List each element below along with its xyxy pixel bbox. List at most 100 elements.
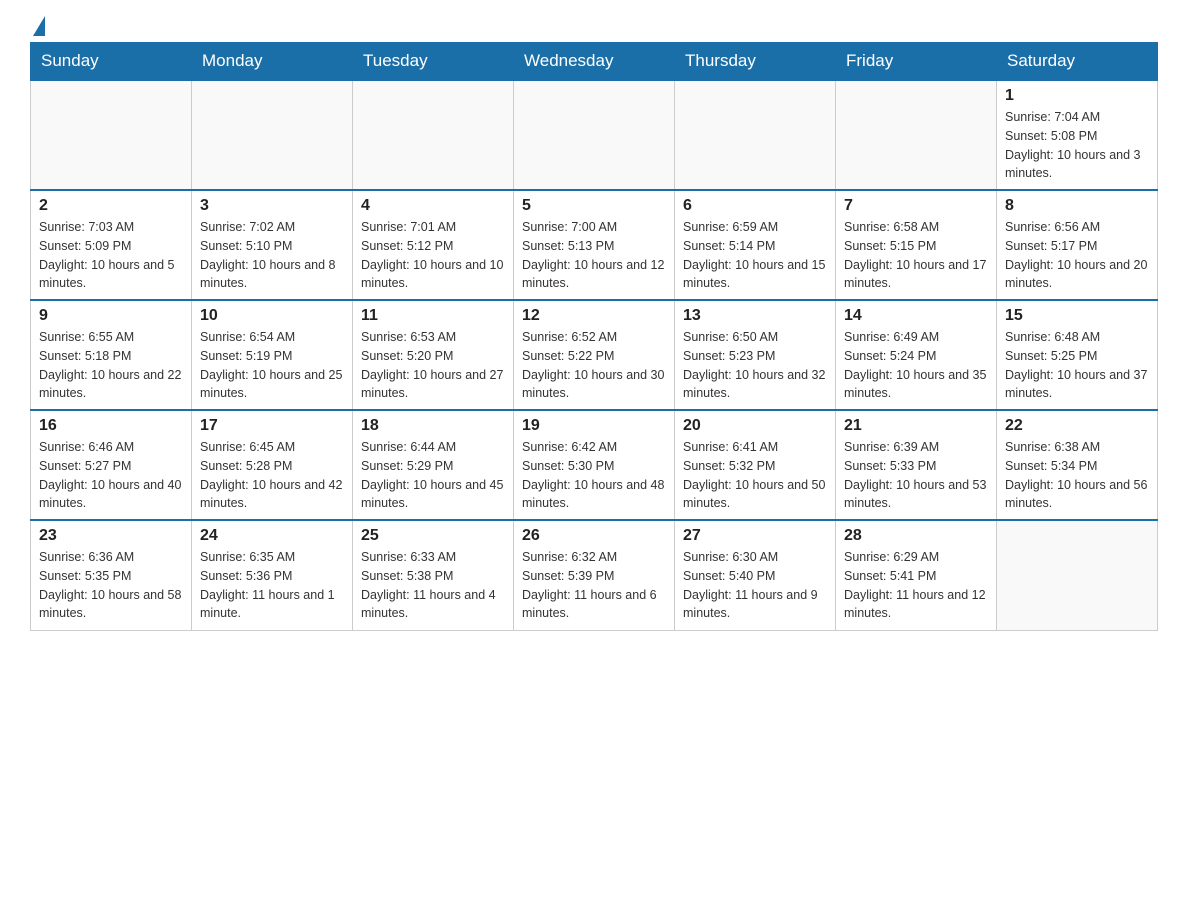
day-number: 9	[39, 307, 183, 325]
day-info: Sunrise: 6:35 AMSunset: 5:36 PMDaylight:…	[200, 548, 344, 623]
day-number: 5	[522, 197, 666, 215]
day-number: 2	[39, 197, 183, 215]
weekday-header-sunday: Sunday	[31, 43, 192, 81]
day-number: 23	[39, 527, 183, 545]
day-info: Sunrise: 6:44 AMSunset: 5:29 PMDaylight:…	[361, 438, 505, 513]
calendar-cell	[514, 80, 675, 190]
calendar-cell: 17 Sunrise: 6:45 AMSunset: 5:28 PMDayligh…	[192, 410, 353, 520]
day-number: 15	[1005, 307, 1149, 325]
calendar-cell: 24 Sunrise: 6:35 AMSunset: 5:36 PMDayligh…	[192, 520, 353, 630]
day-info: Sunrise: 7:02 AMSunset: 5:10 PMDaylight:…	[200, 218, 344, 293]
calendar-cell: 10 Sunrise: 6:54 AMSunset: 5:19 PMDayligh…	[192, 300, 353, 410]
weekday-header-monday: Monday	[192, 43, 353, 81]
weekday-header-saturday: Saturday	[997, 43, 1158, 81]
calendar-table: SundayMondayTuesdayWednesdayThursdayFrid…	[30, 42, 1158, 631]
calendar-cell	[353, 80, 514, 190]
day-info: Sunrise: 6:55 AMSunset: 5:18 PMDaylight:…	[39, 328, 183, 403]
page-header	[30, 20, 1158, 32]
day-info: Sunrise: 6:46 AMSunset: 5:27 PMDaylight:…	[39, 438, 183, 513]
weekday-header-thursday: Thursday	[675, 43, 836, 81]
calendar-cell: 20 Sunrise: 6:41 AMSunset: 5:32 PMDayligh…	[675, 410, 836, 520]
calendar-cell: 18Sunrise: 6:44 AMSunset: 5:29 PMDayligh…	[353, 410, 514, 520]
day-info: Sunrise: 6:53 AMSunset: 5:20 PMDaylight:…	[361, 328, 505, 403]
calendar-cell: 15 Sunrise: 6:48 AMSunset: 5:25 PMDayligh…	[997, 300, 1158, 410]
calendar-cell	[997, 520, 1158, 630]
calendar-cell	[31, 80, 192, 190]
calendar-cell: 8 Sunrise: 6:56 AMSunset: 5:17 PMDaylight…	[997, 190, 1158, 300]
day-info: Sunrise: 6:45 AMSunset: 5:28 PMDaylight:…	[200, 438, 344, 513]
day-info: Sunrise: 6:50 AMSunset: 5:23 PMDaylight:…	[683, 328, 827, 403]
day-info: Sunrise: 6:58 AMSunset: 5:15 PMDaylight:…	[844, 218, 988, 293]
calendar-cell: 2 Sunrise: 7:03 AMSunset: 5:09 PMDaylight…	[31, 190, 192, 300]
day-number: 14	[844, 307, 988, 325]
calendar-cell: 25 Sunrise: 6:33 AMSunset: 5:38 PMDayligh…	[353, 520, 514, 630]
day-number: 3	[200, 197, 344, 215]
day-info: Sunrise: 6:56 AMSunset: 5:17 PMDaylight:…	[1005, 218, 1149, 293]
calendar-cell: 9 Sunrise: 6:55 AMSunset: 5:18 PMDaylight…	[31, 300, 192, 410]
day-info: Sunrise: 6:54 AMSunset: 5:19 PMDaylight:…	[200, 328, 344, 403]
weekday-header-row: SundayMondayTuesdayWednesdayThursdayFrid…	[31, 43, 1158, 81]
day-info: Sunrise: 6:59 AMSunset: 5:14 PMDaylight:…	[683, 218, 827, 293]
day-info: Sunrise: 7:03 AMSunset: 5:09 PMDaylight:…	[39, 218, 183, 293]
day-info: Sunrise: 7:04 AMSunset: 5:08 PMDaylight:…	[1005, 108, 1149, 183]
day-number: 16	[39, 417, 183, 435]
day-info: Sunrise: 6:38 AMSunset: 5:34 PMDaylight:…	[1005, 438, 1149, 513]
calendar-cell: 13 Sunrise: 6:50 AMSunset: 5:23 PMDayligh…	[675, 300, 836, 410]
day-number: 24	[200, 527, 344, 545]
day-number: 25	[361, 527, 505, 545]
calendar-week-row: 9 Sunrise: 6:55 AMSunset: 5:18 PMDaylight…	[31, 300, 1158, 410]
calendar-cell	[192, 80, 353, 190]
calendar-week-row: 2 Sunrise: 7:03 AMSunset: 5:09 PMDaylight…	[31, 190, 1158, 300]
calendar-cell: 27Sunrise: 6:30 AMSunset: 5:40 PMDayligh…	[675, 520, 836, 630]
day-number: 12	[522, 307, 666, 325]
day-info: Sunrise: 6:42 AMSunset: 5:30 PMDaylight:…	[522, 438, 666, 513]
day-number: 21	[844, 417, 988, 435]
day-info: Sunrise: 6:52 AMSunset: 5:22 PMDaylight:…	[522, 328, 666, 403]
calendar-cell: 19 Sunrise: 6:42 AMSunset: 5:30 PMDayligh…	[514, 410, 675, 520]
weekday-header-wednesday: Wednesday	[514, 43, 675, 81]
calendar-cell: 21 Sunrise: 6:39 AMSunset: 5:33 PMDayligh…	[836, 410, 997, 520]
day-info: Sunrise: 6:33 AMSunset: 5:38 PMDaylight:…	[361, 548, 505, 623]
calendar-week-row: 1 Sunrise: 7:04 AMSunset: 5:08 PMDaylight…	[31, 80, 1158, 190]
day-info: Sunrise: 7:01 AMSunset: 5:12 PMDaylight:…	[361, 218, 505, 293]
calendar-cell	[675, 80, 836, 190]
day-number: 11	[361, 307, 505, 325]
calendar-cell: 11 Sunrise: 6:53 AMSunset: 5:20 PMDayligh…	[353, 300, 514, 410]
day-number: 19	[522, 417, 666, 435]
calendar-cell: 16 Sunrise: 6:46 AMSunset: 5:27 PMDayligh…	[31, 410, 192, 520]
calendar-cell: 7 Sunrise: 6:58 AMSunset: 5:15 PMDaylight…	[836, 190, 997, 300]
day-info: Sunrise: 6:32 AMSunset: 5:39 PMDaylight:…	[522, 548, 666, 623]
day-number: 28	[844, 527, 988, 545]
calendar-cell: 12 Sunrise: 6:52 AMSunset: 5:22 PMDayligh…	[514, 300, 675, 410]
calendar-week-row: 23 Sunrise: 6:36 AMSunset: 5:35 PMDayligh…	[31, 520, 1158, 630]
calendar-cell	[836, 80, 997, 190]
calendar-cell: 14 Sunrise: 6:49 AMSunset: 5:24 PMDayligh…	[836, 300, 997, 410]
calendar-cell: 26 Sunrise: 6:32 AMSunset: 5:39 PMDayligh…	[514, 520, 675, 630]
day-number: 1	[1005, 87, 1149, 105]
day-info: Sunrise: 6:29 AMSunset: 5:41 PMDaylight:…	[844, 548, 988, 623]
calendar-cell: 1 Sunrise: 7:04 AMSunset: 5:08 PMDaylight…	[997, 80, 1158, 190]
calendar-cell: 6 Sunrise: 6:59 AMSunset: 5:14 PMDaylight…	[675, 190, 836, 300]
day-info: Sunrise: 6:36 AMSunset: 5:35 PMDaylight:…	[39, 548, 183, 623]
weekday-header-friday: Friday	[836, 43, 997, 81]
calendar-cell: 22 Sunrise: 6:38 AMSunset: 5:34 PMDayligh…	[997, 410, 1158, 520]
day-number: 26	[522, 527, 666, 545]
day-number: 8	[1005, 197, 1149, 215]
day-info: Sunrise: 6:39 AMSunset: 5:33 PMDaylight:…	[844, 438, 988, 513]
day-number: 27	[683, 527, 827, 545]
day-number: 17	[200, 417, 344, 435]
day-number: 22	[1005, 417, 1149, 435]
day-number: 10	[200, 307, 344, 325]
day-number: 13	[683, 307, 827, 325]
day-number: 7	[844, 197, 988, 215]
day-number: 20	[683, 417, 827, 435]
day-info: Sunrise: 6:48 AMSunset: 5:25 PMDaylight:…	[1005, 328, 1149, 403]
day-number: 4	[361, 197, 505, 215]
calendar-week-row: 16 Sunrise: 6:46 AMSunset: 5:27 PMDayligh…	[31, 410, 1158, 520]
calendar-cell: 5 Sunrise: 7:00 AMSunset: 5:13 PMDaylight…	[514, 190, 675, 300]
calendar-cell: 3 Sunrise: 7:02 AMSunset: 5:10 PMDaylight…	[192, 190, 353, 300]
day-info: Sunrise: 7:00 AMSunset: 5:13 PMDaylight:…	[522, 218, 666, 293]
day-number: 6	[683, 197, 827, 215]
day-info: Sunrise: 6:41 AMSunset: 5:32 PMDaylight:…	[683, 438, 827, 513]
day-info: Sunrise: 6:49 AMSunset: 5:24 PMDaylight:…	[844, 328, 988, 403]
